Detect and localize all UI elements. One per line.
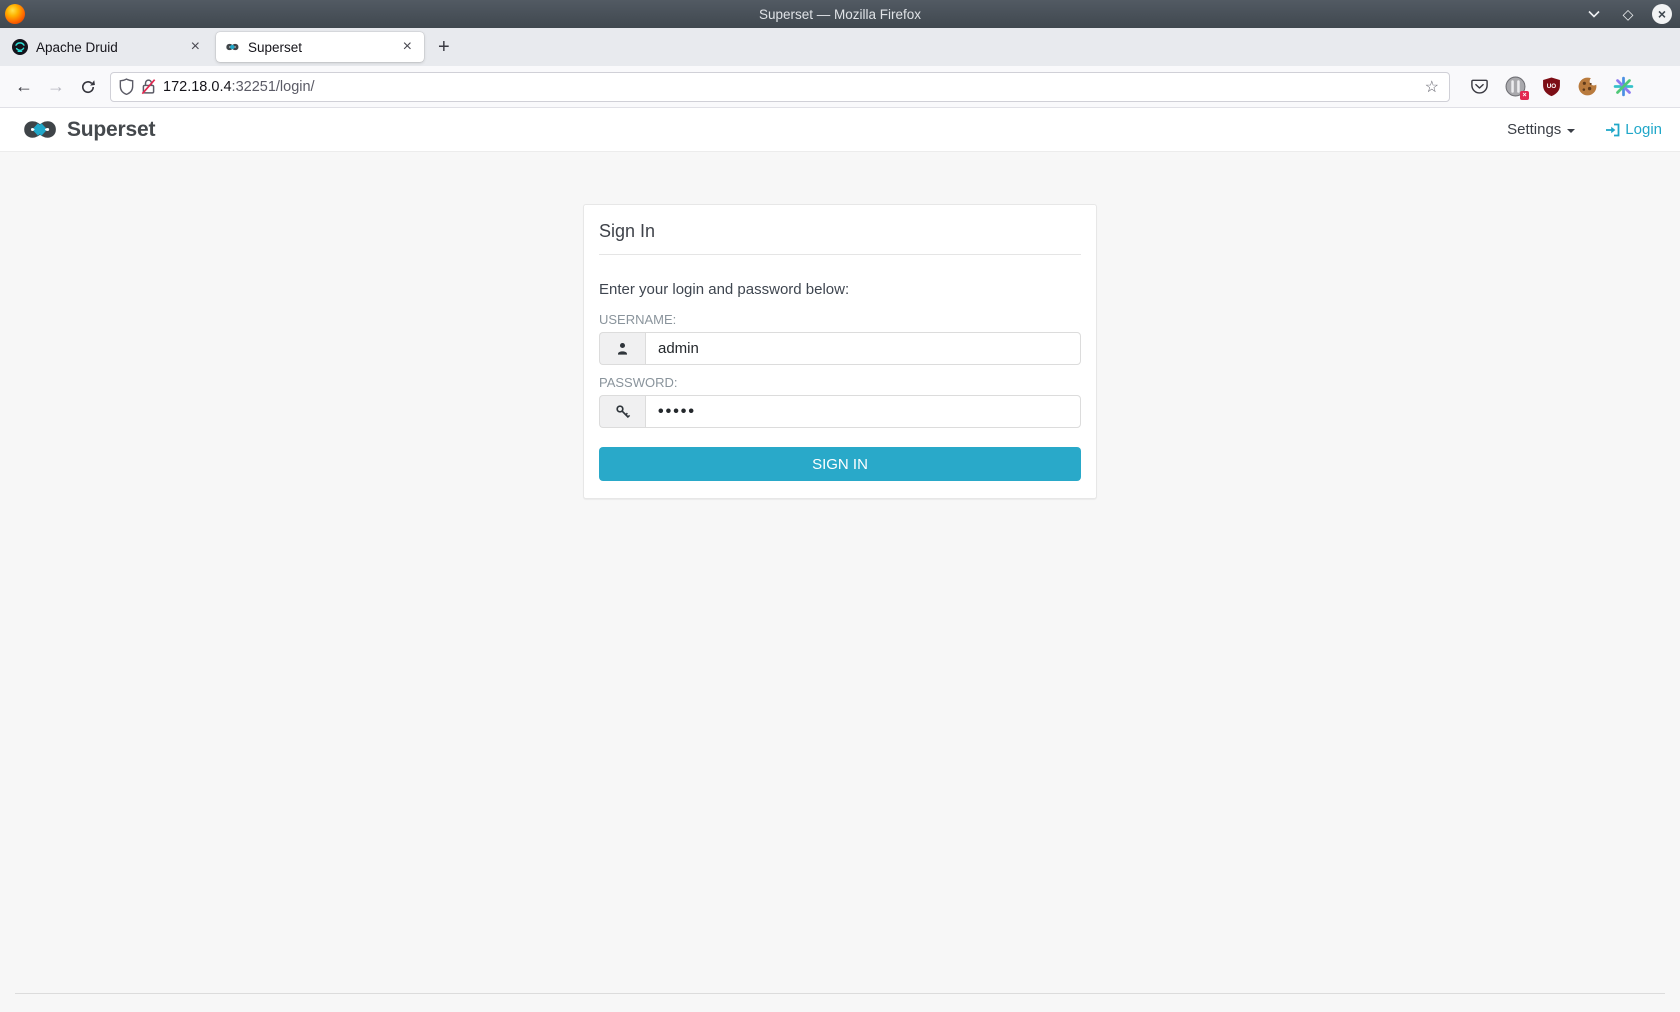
window-minimize-button[interactable] [1584,4,1604,24]
superset-brand[interactable]: Superset [18,116,155,143]
extension-error-badge: × [1520,91,1529,100]
chevron-down-icon [1588,10,1600,18]
navbar-right: Settings Login [1507,121,1662,138]
tab-apache-druid[interactable]: Apache Druid × [4,32,212,62]
footer-divider [15,993,1665,994]
firefox-window: Superset — Mozilla Firefox ◇ × Apache Dr… [0,0,1680,1012]
password-input-group [599,395,1081,428]
login-link[interactable]: Login [1605,121,1662,138]
superset-favicon-icon [224,39,240,55]
settings-label: Settings [1507,121,1561,138]
superset-navbar: Superset Settings Login [0,108,1680,152]
username-input[interactable] [645,332,1081,365]
insecure-lock-icon[interactable] [140,78,157,95]
url-text[interactable]: 172.18.0.4:32251/login/ [163,79,1423,95]
window-close-button[interactable]: × [1652,4,1672,24]
window-maximize-button[interactable]: ◇ [1618,4,1638,24]
password-input[interactable] [645,395,1081,428]
url-host: 172.18.0.4 [163,79,232,95]
superset-logo-icon [18,116,60,143]
reload-button[interactable] [72,72,104,102]
druid-favicon-icon [12,39,28,55]
sign-in-card: Sign In Enter your login and password be… [583,204,1097,499]
window-titlebar: Superset — Mozilla Firefox ◇ × [0,0,1680,28]
cookie-extension-icon[interactable] [1576,76,1598,98]
sign-in-icon [1605,122,1621,138]
sign-in-button[interactable]: SIGN IN [599,447,1081,481]
back-button[interactable]: ← [8,72,40,102]
forward-button[interactable]: → [40,72,72,102]
toolbar-extensions: × UO [1460,76,1672,98]
new-tab-button[interactable]: + [428,37,460,57]
username-input-group [599,332,1081,365]
browser-tab-strip: Apache Druid × Superset × + [0,28,1680,66]
url-path: :32251/login/ [232,79,315,95]
tab-close-icon[interactable]: × [399,37,416,57]
card-body: Enter your login and password below: USE… [584,255,1096,498]
login-instruction: Enter your login and password below: [599,281,1081,298]
privacy-extension-icon[interactable]: × [1504,76,1526,98]
card-header: Sign In [599,205,1081,255]
card-title: Sign In [599,221,1081,242]
browser-nav-toolbar: ← → 172.18.0.4:32251/login/ ☆ [0,66,1680,108]
menu-hamburger-icon[interactable] [1648,76,1664,98]
page-body: Sign In Enter your login and password be… [0,152,1680,1012]
tab-label: Apache Druid [36,40,187,55]
ublock-origin-icon[interactable]: UO [1540,76,1562,98]
asterisk-extension-icon[interactable] [1612,76,1634,98]
key-icon [599,395,645,428]
tab-superset[interactable]: Superset × [216,32,424,62]
tab-close-icon[interactable]: × [187,37,204,57]
reload-icon [80,79,96,95]
caret-down-icon [1567,129,1575,133]
username-label: USERNAME: [599,312,1081,327]
settings-menu[interactable]: Settings [1507,121,1575,138]
bookmark-star-icon[interactable]: ☆ [1423,77,1441,97]
url-bar[interactable]: 172.18.0.4:32251/login/ ☆ [110,72,1450,102]
password-label: PASSWORD: [599,375,1081,390]
pocket-icon[interactable] [1468,76,1490,98]
brand-name: Superset [67,118,155,142]
user-icon [599,332,645,365]
login-label: Login [1625,121,1662,138]
window-controls: ◇ × [1584,4,1680,24]
svg-text:UO: UO [1546,83,1556,90]
tab-label: Superset [248,40,399,55]
window-title: Superset — Mozilla Firefox [0,7,1680,22]
tracking-shield-icon[interactable] [119,78,134,95]
